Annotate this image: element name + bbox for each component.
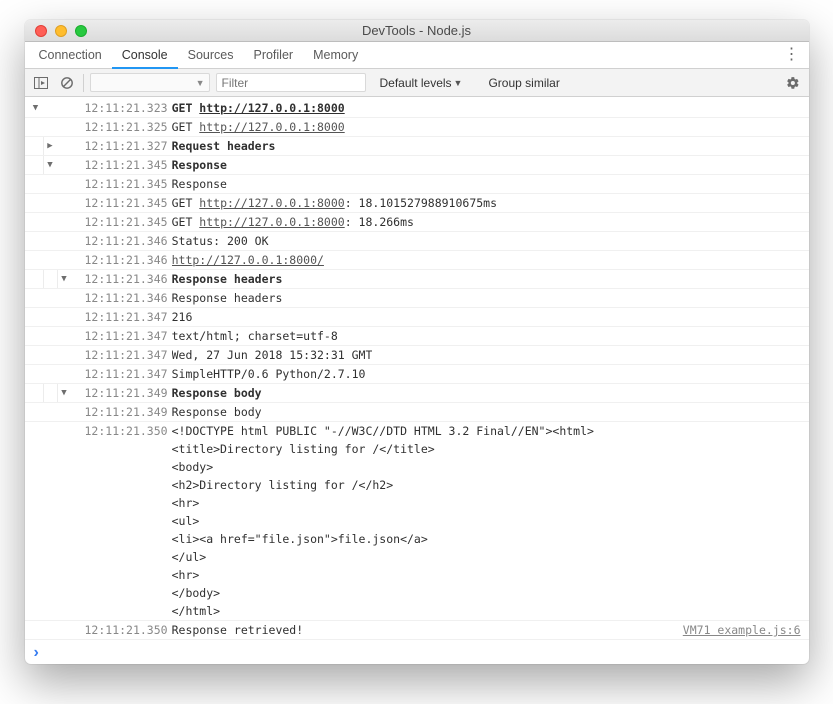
log-levels-select[interactable]: Default levels ▼ xyxy=(380,76,463,90)
console-row[interactable]: 12:11:21.345Response xyxy=(25,175,809,194)
timestamp: 12:11:21.345 xyxy=(85,213,168,231)
log-message: Response headers xyxy=(172,270,283,288)
console-row[interactable]: 12:11:21.346Response headers xyxy=(25,270,809,289)
tab-profiler[interactable]: Profiler xyxy=(243,42,303,68)
console-row[interactable]: 12:11:21.347text/html; charset=utf-8 xyxy=(25,327,809,346)
zoom-window-button[interactable] xyxy=(75,25,87,37)
timestamp: 12:11:21.350 xyxy=(85,422,168,440)
chevron-down-icon: ▼ xyxy=(454,78,463,88)
console-row[interactable]: 12:11:21.323GET http://127.0.0.1:8000 xyxy=(25,99,809,118)
console-row[interactable]: 12:11:21.347SimpleHTTP/0.6 Python/2.7.10 xyxy=(25,365,809,384)
console-output: 12:11:21.323GET http://127.0.0.1:800012:… xyxy=(25,97,809,642)
console-row[interactable]: 12:11:21.345Response xyxy=(25,156,809,175)
disclosure-triangle-icon[interactable] xyxy=(43,137,57,155)
console-row[interactable]: 12:11:21.346Response headers xyxy=(25,289,809,308)
log-message: GET http://127.0.0.1:8000: 18.266ms xyxy=(172,213,414,231)
log-message: text/html; charset=utf-8 xyxy=(172,327,338,345)
log-levels-label: Default levels xyxy=(380,76,452,90)
timestamp: 12:11:21.323 xyxy=(85,99,168,117)
timestamp: 12:11:21.345 xyxy=(85,156,168,174)
timestamp: 12:11:21.349 xyxy=(85,403,168,421)
log-message: GET http://127.0.0.1:8000 xyxy=(172,99,345,117)
console-row[interactable]: 12:11:21.345GET http://127.0.0.1:8000: 1… xyxy=(25,194,809,213)
prompt-caret-icon: › xyxy=(34,644,39,662)
source-link[interactable]: VM71 example.js:6 xyxy=(663,621,801,639)
timestamp: 12:11:21.349 xyxy=(85,384,168,402)
minimize-window-button[interactable] xyxy=(55,25,67,37)
log-message: Response body xyxy=(172,403,262,421)
console-row[interactable]: 12:11:21.347216 xyxy=(25,308,809,327)
disclosure-triangle-icon[interactable] xyxy=(43,156,57,174)
console-row[interactable]: 12:11:21.346Status: 200 OK xyxy=(25,232,809,251)
tab-connection[interactable]: Connection xyxy=(29,42,112,68)
console-row[interactable]: 12:11:21.350<!DOCTYPE html PUBLIC "-//W3… xyxy=(25,422,809,621)
log-message: Response body xyxy=(172,384,262,402)
timestamp: 12:11:21.347 xyxy=(85,327,168,345)
url-link[interactable]: http://127.0.0.1:8000 xyxy=(199,120,344,134)
timestamp: 12:11:21.347 xyxy=(85,308,168,326)
log-message: Request headers xyxy=(172,137,276,155)
timestamp: 12:11:21.345 xyxy=(85,194,168,212)
console-prompt[interactable]: › xyxy=(25,642,809,664)
log-message: GET http://127.0.0.1:8000 xyxy=(172,118,345,136)
console-toolbar: ▼ Default levels ▼ Group similar xyxy=(25,69,809,97)
timestamp: 12:11:21.345 xyxy=(85,175,168,193)
console-row[interactable]: 12:11:21.346 http://127.0.0.1:8000/ xyxy=(25,251,809,270)
close-window-button[interactable] xyxy=(35,25,47,37)
url-link[interactable]: http://127.0.0.1:8000 xyxy=(199,101,344,115)
timestamp: 12:11:21.350 xyxy=(85,621,168,639)
panel-tabs: Connection Console Sources Profiler Memo… xyxy=(25,42,809,69)
log-message: Response headers xyxy=(172,289,283,307)
console-filter-input[interactable] xyxy=(216,73,366,92)
url-link[interactable]: http://127.0.0.1:8000/ xyxy=(172,253,324,267)
disclosure-triangle-icon[interactable] xyxy=(57,384,71,402)
log-message: Response retrieved! xyxy=(172,621,304,639)
disclosure-triangle-icon[interactable] xyxy=(57,270,71,288)
log-message: GET http://127.0.0.1:8000: 18.1015279889… xyxy=(172,194,497,212)
tab-console[interactable]: Console xyxy=(112,43,178,69)
clear-console-button[interactable] xyxy=(57,73,77,93)
timestamp: 12:11:21.346 xyxy=(85,251,168,269)
console-row[interactable]: 12:11:21.327Request headers xyxy=(25,137,809,156)
timestamp: 12:11:21.346 xyxy=(85,270,168,288)
tab-sources[interactable]: Sources xyxy=(178,42,244,68)
url-link[interactable]: http://127.0.0.1:8000 xyxy=(199,215,344,229)
console-settings-button[interactable] xyxy=(783,73,803,93)
log-message: 216 xyxy=(172,308,193,326)
console-row[interactable]: 12:11:21.345GET http://127.0.0.1:8000: 1… xyxy=(25,213,809,232)
log-message: Status: 200 OK xyxy=(172,232,269,250)
log-message: SimpleHTTP/0.6 Python/2.7.10 xyxy=(172,365,366,383)
timestamp: 12:11:21.347 xyxy=(85,365,168,383)
console-row[interactable]: 12:11:21.349Response body xyxy=(25,403,809,422)
titlebar: DevTools - Node.js xyxy=(25,20,809,42)
timestamp: 12:11:21.327 xyxy=(85,137,168,155)
chevron-down-icon: ▼ xyxy=(196,78,205,88)
log-message: Response xyxy=(172,175,227,193)
log-message: Wed, 27 Jun 2018 15:32:31 GMT xyxy=(172,346,373,364)
window-title: DevTools - Node.js xyxy=(25,23,809,38)
tab-memory[interactable]: Memory xyxy=(303,42,368,68)
more-options-button[interactable]: ⋮ xyxy=(783,47,801,63)
log-message: <!DOCTYPE html PUBLIC "-//W3C//DTD HTML … xyxy=(172,422,594,620)
disclosure-triangle-icon[interactable] xyxy=(29,99,43,117)
console-row[interactable]: 12:11:21.350Response retrieved! VM71 exam… xyxy=(25,621,809,640)
devtools-window: DevTools - Node.js Connection Console So… xyxy=(25,20,809,664)
timestamp: 12:11:21.346 xyxy=(85,289,168,307)
timestamp: 12:11:21.347 xyxy=(85,346,168,364)
timestamp: 12:11:21.346 xyxy=(85,232,168,250)
console-row[interactable]: 12:11:21.347Wed, 27 Jun 2018 15:32:31 GM… xyxy=(25,346,809,365)
log-message: http://127.0.0.1:8000/ xyxy=(172,251,324,269)
log-message: Response xyxy=(172,156,227,174)
console-row[interactable]: 12:11:21.349Response body xyxy=(25,384,809,403)
execution-context-select[interactable]: ▼ xyxy=(90,73,210,92)
console-row[interactable]: 12:11:21.325GET http://127.0.0.1:8000 xyxy=(25,118,809,137)
toggle-sidebar-button[interactable] xyxy=(31,73,51,93)
group-similar-toggle[interactable]: Group similar xyxy=(488,76,559,90)
timestamp: 12:11:21.325 xyxy=(85,118,168,136)
url-link[interactable]: http://127.0.0.1:8000 xyxy=(199,196,344,210)
